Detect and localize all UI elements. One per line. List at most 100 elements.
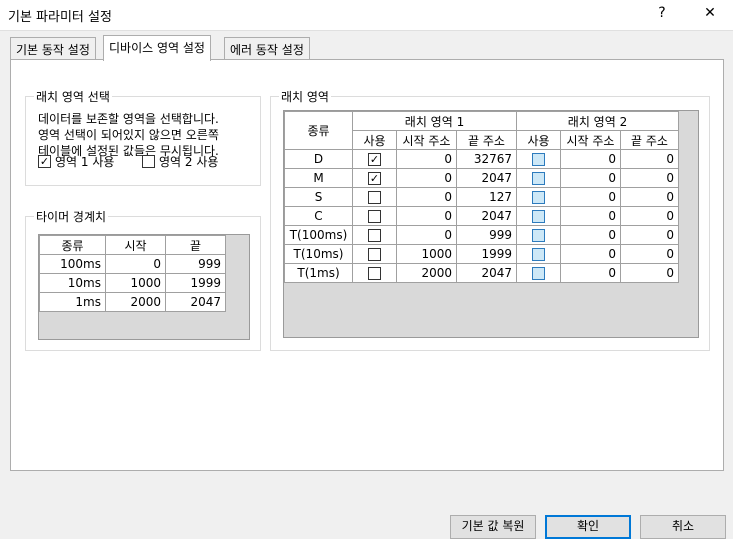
latch-use2-cell	[516, 187, 561, 207]
latch-start2-cell[interactable]: 0	[560, 244, 621, 264]
restore-defaults-button[interactable]: 기본 값 복원	[450, 515, 536, 539]
latch-start1-cell[interactable]: 2000	[396, 263, 457, 283]
area2-checkbox-row[interactable]: 영역 2 사용	[142, 153, 218, 170]
latch-col-type: 종류	[284, 111, 353, 150]
latch-start2-cell[interactable]: 0	[560, 206, 621, 226]
latch-area1-use-checkbox[interactable]	[368, 267, 381, 280]
area2-checkbox[interactable]	[142, 155, 155, 168]
timer-grid: 종류 시작 끝 100ms 0 999 10ms 1000 1999 1ms 2…	[38, 234, 250, 340]
latch-end2-cell[interactable]: 0	[620, 149, 679, 169]
latch-use1-cell	[352, 187, 397, 207]
latch-grid: 종류 래치 영역 1 래치 영역 2 사용 시작 주소 끝 주소 사용 시작 주…	[283, 110, 699, 338]
latch-use1-cell	[352, 206, 397, 226]
latch-start1-cell[interactable]: 0	[396, 168, 457, 188]
latch-end1-cell[interactable]: 2047	[456, 206, 517, 226]
timer-type-cell: 10ms	[39, 273, 106, 293]
latch-area2-use-checkbox[interactable]	[532, 248, 545, 261]
latch-area-group: 래치 영역 종류 래치 영역 1 래치 영역 2 사용 시작 주소 끝 주소 사…	[270, 88, 710, 351]
ok-button[interactable]: 확인	[545, 515, 631, 539]
latch-start1-cell[interactable]: 0	[396, 225, 457, 245]
latch-select-group: 래치 영역 선택 데이터를 보존할 영역을 선택합니다. 영역 선택이 되어있지…	[25, 88, 261, 186]
latch-area2-use-checkbox[interactable]	[532, 191, 545, 204]
latch-end2-cell[interactable]: 0	[620, 263, 679, 283]
area1-checkbox-row[interactable]: ✓ 영역 1 사용	[38, 153, 114, 170]
latch-area2-use-checkbox[interactable]	[532, 172, 545, 185]
latch-row: T(10ms) 1000 1999 0 0	[284, 244, 679, 264]
latch-area1-use-checkbox[interactable]	[368, 229, 381, 242]
timer-col-start: 시작	[105, 235, 166, 255]
latch-use2-cell	[516, 149, 561, 169]
latch-use1-cell	[352, 263, 397, 283]
latch-start2-cell[interactable]: 0	[560, 225, 621, 245]
latch-area2-use-checkbox[interactable]	[532, 210, 545, 223]
latch-start1-cell[interactable]: 0	[396, 206, 457, 226]
tab-basic-operation[interactable]: 기본 동작 설정	[10, 37, 96, 59]
latch-type-cell: S	[284, 187, 353, 207]
timer-end-cell[interactable]: 1999	[165, 273, 226, 293]
tab-device-area[interactable]: 디바이스 영역 설정	[103, 35, 211, 61]
latch-start2-cell[interactable]: 0	[560, 149, 621, 169]
latch-start2-cell[interactable]: 0	[560, 187, 621, 207]
latch-row: M ✓ 0 2047 0 0	[284, 168, 679, 188]
latch-end1-cell[interactable]: 999	[456, 225, 517, 245]
latch-start2-cell[interactable]: 0	[560, 263, 621, 283]
latch-end1-cell[interactable]: 2047	[456, 168, 517, 188]
latch-type-cell: T(100ms)	[284, 225, 353, 245]
latch-use1-cell: ✓	[352, 168, 397, 188]
latch-end2-cell[interactable]: 0	[620, 187, 679, 207]
tab-error-operation[interactable]: 에러 동작 설정	[224, 37, 310, 59]
latch-use2-cell	[516, 225, 561, 245]
latch-area2-use-checkbox[interactable]	[532, 153, 545, 166]
timer-row: 1ms 2000 2047	[39, 292, 226, 312]
latch-area1-use-checkbox[interactable]	[368, 210, 381, 223]
latch-start1-cell[interactable]: 1000	[396, 244, 457, 264]
latch-end1-cell[interactable]: 32767	[456, 149, 517, 169]
timer-type-cell: 1ms	[39, 292, 106, 312]
latch-row: C 0 2047 0 0	[284, 206, 679, 226]
dialog-client: 기본 동작 설정 디바이스 영역 설정 에러 동작 설정 래치 영역 선택 데이…	[0, 30, 733, 539]
latch-end2-cell[interactable]: 0	[620, 168, 679, 188]
timer-type-cell: 100ms	[39, 254, 106, 274]
timer-end-cell[interactable]: 999	[165, 254, 226, 274]
latch-row: D ✓ 0 32767 0 0	[284, 149, 679, 169]
latch-area2-use-checkbox[interactable]	[532, 267, 545, 280]
latch-end1-cell[interactable]: 2047	[456, 263, 517, 283]
timer-end-cell[interactable]: 2047	[165, 292, 226, 312]
latch-end2-cell[interactable]: 0	[620, 206, 679, 226]
timer-start-cell[interactable]: 2000	[105, 292, 166, 312]
area1-checkbox[interactable]: ✓	[38, 155, 51, 168]
latch-end1-cell[interactable]: 127	[456, 187, 517, 207]
timer-header-row: 종류 시작 끝	[39, 235, 226, 255]
latch-type-cell: M	[284, 168, 353, 188]
latch-area1-use-checkbox[interactable]: ✓	[368, 153, 381, 166]
window-title: 기본 파라미터 설정	[8, 10, 112, 25]
timer-col-end: 끝	[165, 235, 226, 255]
latch-area1-use-checkbox[interactable]: ✓	[368, 172, 381, 185]
latch-start1-cell[interactable]: 0	[396, 149, 457, 169]
timer-group: 타이머 경계치 종류 시작 끝 100ms 0 999 10ms 1000 19…	[25, 208, 261, 351]
latch-use2-cell	[516, 206, 561, 226]
latch-type-cell: D	[284, 149, 353, 169]
help-button[interactable]: ?	[652, 5, 672, 21]
latch-end2-cell[interactable]: 0	[620, 225, 679, 245]
latch-end1-cell[interactable]: 1999	[456, 244, 517, 264]
close-button[interactable]: ✕	[700, 5, 720, 21]
latch-table: 종류 래치 영역 1 래치 영역 2 사용 시작 주소 끝 주소 사용 시작 주…	[284, 111, 679, 283]
latch-start1-cell[interactable]: 0	[396, 187, 457, 207]
latch-end2-cell[interactable]: 0	[620, 244, 679, 264]
latch-start2-cell[interactable]: 0	[560, 168, 621, 188]
latch-area1-use-checkbox[interactable]	[368, 248, 381, 261]
latch-select-description: 데이터를 보존할 영역을 선택합니다. 영역 선택이 되어있지 않으면 오른쪽 …	[38, 111, 219, 159]
latch-area-title: 래치 영역	[279, 88, 331, 105]
timer-start-cell[interactable]: 1000	[105, 273, 166, 293]
timer-start-cell[interactable]: 0	[105, 254, 166, 274]
cancel-button[interactable]: 취소	[640, 515, 726, 539]
latch-col-use1: 사용	[352, 130, 397, 150]
timer-col-type: 종류	[39, 235, 106, 255]
latch-col-start2: 시작 주소	[560, 130, 621, 150]
latch-area2-use-checkbox[interactable]	[532, 229, 545, 242]
latch-group1-header: 래치 영역 1	[352, 111, 517, 131]
latch-area1-use-checkbox[interactable]	[368, 191, 381, 204]
latch-col-end1: 끝 주소	[456, 130, 517, 150]
desc-line: 데이터를 보존할 영역을 선택합니다.	[38, 112, 219, 126]
